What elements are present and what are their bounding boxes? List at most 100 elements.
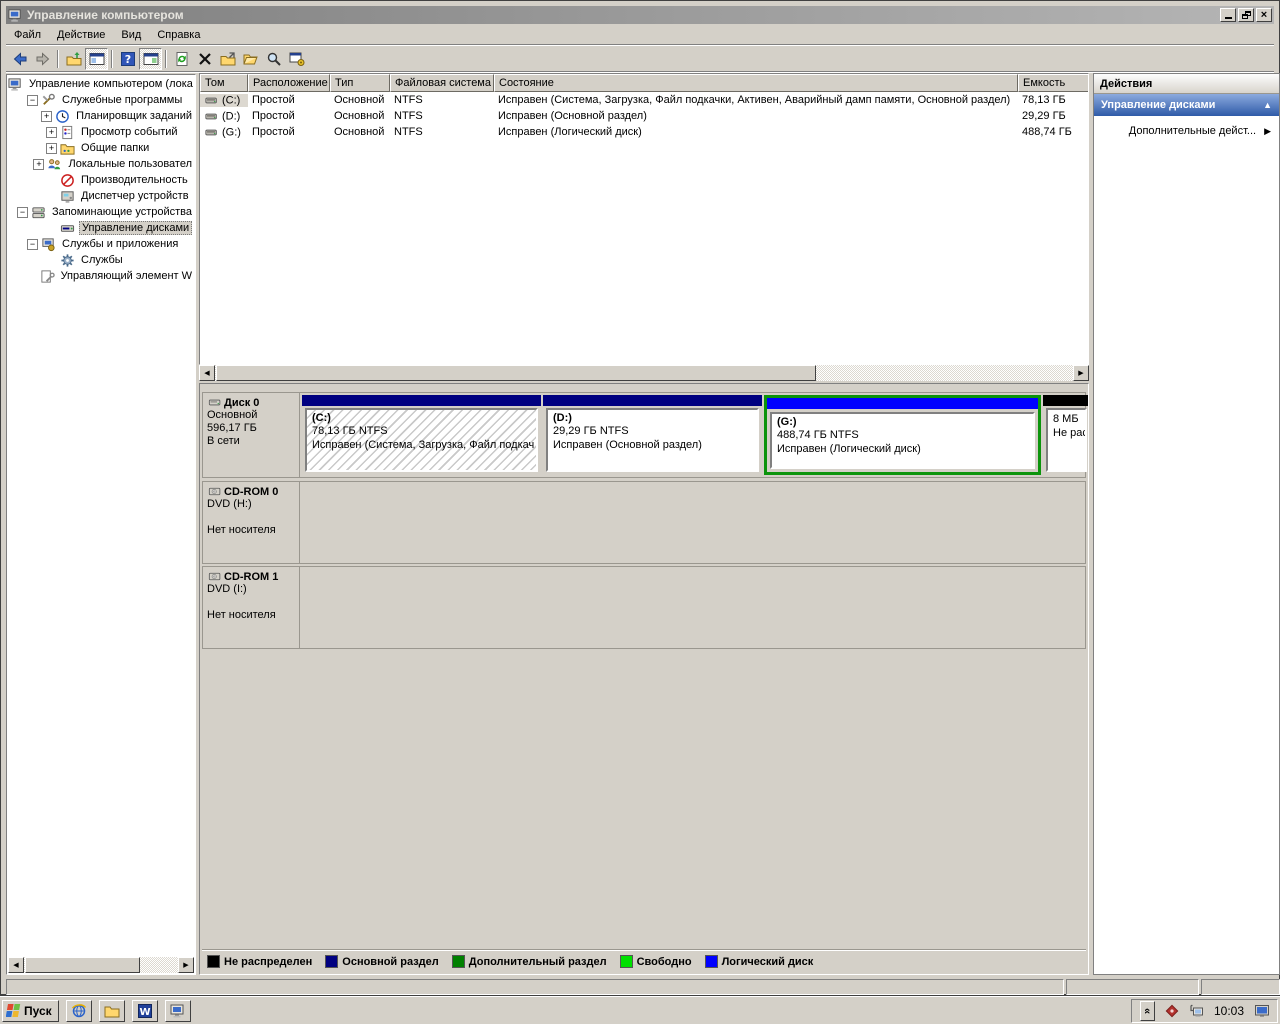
hide-inactive-icons-button[interactable]: «: [1140, 1001, 1155, 1021]
col-volume-header[interactable]: Том: [200, 74, 248, 92]
col-layout-header[interactable]: Расположение: [248, 74, 330, 92]
collapse-icon[interactable]: ▲: [1263, 100, 1272, 110]
tree-item-shared-folders[interactable]: +Общие папки: [8, 140, 194, 156]
restore-icon: [1242, 11, 1251, 19]
volume-row[interactable]: (C:)ПростойОсновнойNTFSИсправен (Система…: [200, 92, 1088, 108]
start-button[interactable]: Пуск: [2, 1000, 59, 1022]
up-one-level-button[interactable]: [62, 48, 85, 70]
disk-management-group-header[interactable]: Управление дисками ▲: [1094, 94, 1279, 116]
partition-body[interactable]: (D:)29,29 ГБ NTFSИсправен (Основной разд…: [546, 408, 759, 472]
collapse-expander-icon[interactable]: −: [27, 239, 38, 250]
back-button[interactable]: [8, 48, 31, 70]
col-capacity-header[interactable]: Емкость: [1018, 74, 1089, 92]
tray-antivirus-icon[interactable]: [1164, 1003, 1180, 1019]
tree-indent: [8, 164, 33, 165]
show-action-pane-button[interactable]: [139, 48, 162, 70]
tree-item-disk-management[interactable]: Управление дисками: [8, 220, 194, 236]
menu-action[interactable]: Действие: [49, 27, 113, 43]
col-filesystem-header[interactable]: Файловая система: [390, 74, 494, 92]
expand-expander-icon[interactable]: +: [46, 127, 57, 138]
close-button[interactable]: ×: [1256, 8, 1272, 22]
collapse-expander-icon[interactable]: −: [27, 95, 38, 106]
partition-size: 29,29 ГБ NTFS: [553, 424, 752, 438]
minimize-button[interactable]: [1220, 8, 1236, 22]
configure-button[interactable]: [285, 48, 308, 70]
tree-item-services-apps[interactable]: −Службы и приложения: [8, 236, 194, 252]
restore-button[interactable]: [1238, 8, 1254, 22]
scroll-right-button[interactable]: ▶: [1073, 365, 1089, 381]
scroll-thumb[interactable]: [25, 957, 140, 973]
quick-launch-word[interactable]: W: [132, 1000, 158, 1022]
tree-item-device-manager[interactable]: Диспетчер устройств: [8, 188, 194, 204]
quick-launch-internet-explorer[interactable]: [66, 1000, 92, 1022]
menu-file[interactable]: Файл: [6, 27, 49, 43]
disk-info-line: Основной: [207, 409, 295, 422]
status-bar: [6, 977, 1274, 996]
tree-item-system-tools[interactable]: −Служебные программы: [8, 92, 194, 108]
volume-list: ТомРасположениеТипФайловая системаСостоя…: [199, 73, 1089, 365]
scroll-left-button[interactable]: ◀: [199, 365, 215, 381]
tree-item-storage[interactable]: − Запоминающие устройства: [8, 204, 194, 220]
tree-item-task-scheduler[interactable]: +Планировщик заданий: [8, 108, 194, 124]
forward-button[interactable]: [31, 48, 54, 70]
disk-name-label: CD-ROM 0: [224, 486, 278, 498]
volume-list-horizontal-scrollbar[interactable]: ◀ ▶: [199, 365, 1089, 381]
volume-row[interactable]: (G:)ПростойОсновнойNTFSИсправен (Логичес…: [200, 124, 1088, 140]
tree-item-event-viewer[interactable]: +Просмотр событий: [8, 124, 194, 140]
scroll-right-button[interactable]: ▶: [178, 957, 194, 973]
properties-button[interactable]: [216, 48, 239, 70]
tree-item-label: Запоминающие устройства: [50, 206, 194, 218]
scroll-left-button[interactable]: ◀: [8, 957, 24, 973]
partition-d[interactable]: (D:)29,29 ГБ NTFSИсправен (Основной разд…: [543, 395, 762, 475]
display-settings-icon[interactable]: [1253, 1003, 1271, 1019]
menu-view[interactable]: Вид: [113, 27, 149, 43]
partition-unallocated[interactable]: 8 МБНе рас: [1043, 395, 1089, 475]
quick-launch-computer-management[interactable]: [165, 1000, 191, 1022]
filesystem-cell: NTFS: [390, 126, 494, 138]
partition-body[interactable]: 8 МБНе рас: [1046, 408, 1087, 472]
disk-info-box[interactable]: CD-ROM 1DVD (I:) Нет носителя: [203, 567, 300, 648]
partition-body[interactable]: (G:)488,74 ГБ NTFSИсправен (Логический д…: [770, 412, 1035, 469]
partition-body[interactable]: (C:)78,13 ГБ NTFSИсправен (Система, Загр…: [305, 408, 538, 472]
partition-g[interactable]: (G:)488,74 ГБ NTFSИсправен (Логический д…: [764, 395, 1041, 475]
disk-info-box[interactable]: CD-ROM 0DVD (H:) Нет носителя: [203, 482, 300, 563]
collapse-expander-icon[interactable]: −: [17, 207, 28, 218]
tree-item-performance[interactable]: Производительность: [8, 172, 194, 188]
taskbar: Пуск W « 10:03: [0, 996, 1280, 1024]
disk-info-box[interactable]: Диск 0Основной596,17 ГБВ сети: [203, 393, 300, 477]
scroll-thumb[interactable]: [216, 365, 816, 381]
type-cell: Основной: [330, 110, 390, 122]
partition-label: (D:): [553, 412, 752, 424]
col-status-header[interactable]: Состояние: [494, 74, 1018, 92]
quick-launch-folder[interactable]: [99, 1000, 125, 1022]
tree-indent: [8, 180, 46, 181]
tools-icon: [41, 93, 56, 108]
help-button[interactable]: ?: [116, 48, 139, 70]
title-bar[interactable]: Управление компьютером ×: [6, 6, 1274, 24]
expand-expander-icon[interactable]: +: [33, 159, 44, 170]
show-console-tree-button[interactable]: [85, 48, 108, 70]
menu-help[interactable]: Справка: [149, 27, 208, 43]
tree-item-computer-management[interactable]: Управление компьютером (лока: [8, 76, 194, 92]
volume-row[interactable]: (D:)ПростойОсновнойNTFSИсправен (Основно…: [200, 108, 1088, 124]
delete-button[interactable]: [193, 48, 216, 70]
svg-text:W: W: [139, 1007, 150, 1018]
col-type-header[interactable]: Тип: [330, 74, 390, 92]
refresh-button[interactable]: [170, 48, 193, 70]
tree-item-local-users[interactable]: +Локальные пользовател: [8, 156, 194, 172]
tray-network-icon[interactable]: [1189, 1003, 1205, 1019]
partition-c[interactable]: (C:)78,13 ГБ NTFSИсправен (Система, Загр…: [302, 395, 541, 475]
expand-expander-icon[interactable]: +: [41, 111, 52, 122]
tree-item-wmi-control[interactable]: Управляющий элемент W: [8, 268, 194, 284]
open-button[interactable]: [239, 48, 262, 70]
disk-name: Диск 0: [207, 396, 295, 409]
treewin-icon: [89, 51, 105, 67]
expand-expander-icon[interactable]: +: [46, 143, 57, 154]
tree-horizontal-scrollbar[interactable]: ◀ ▶: [8, 957, 194, 973]
sharedfolder-icon: [60, 141, 75, 156]
tree-item-services[interactable]: Службы: [8, 252, 194, 268]
legend-item: Свободно: [620, 955, 692, 968]
volume-cell: (G:): [200, 126, 248, 139]
more-actions-item[interactable]: Дополнительные дейст... ▶: [1094, 116, 1279, 146]
view-button[interactable]: [262, 48, 285, 70]
